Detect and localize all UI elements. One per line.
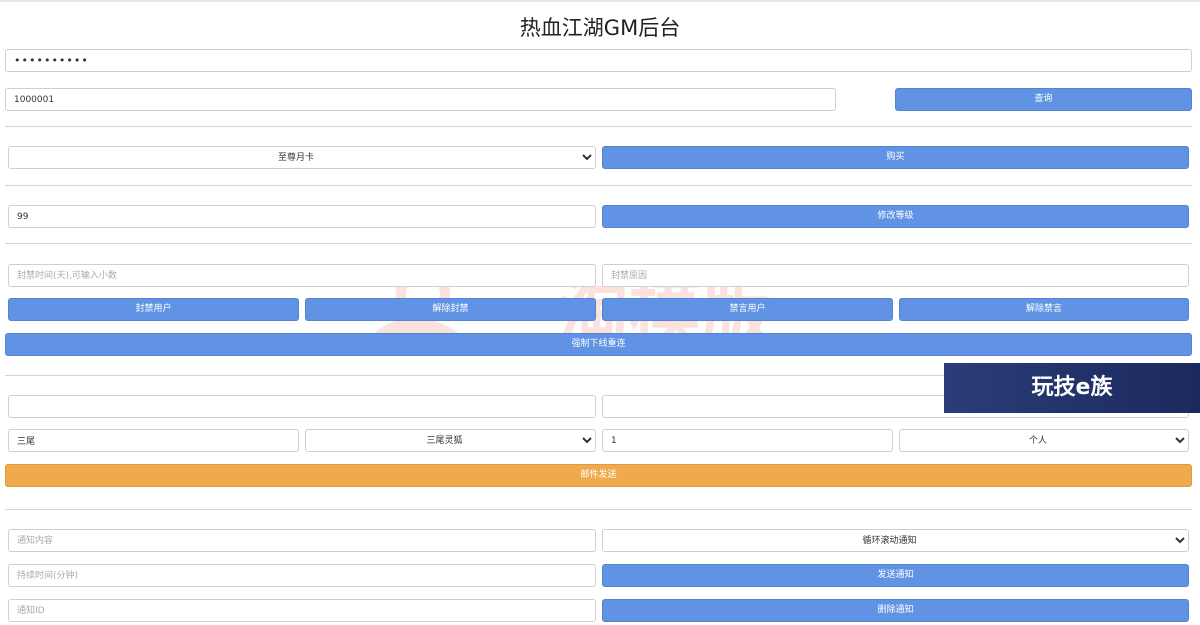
quantity-input[interactable] [602,429,893,452]
ban-user-button[interactable]: 封禁用户 [8,298,299,321]
level-input[interactable] [8,205,596,228]
page-title: 热血江湖GM后台 [519,16,681,40]
buy-button[interactable]: 购买 [602,146,1189,169]
password-field[interactable] [5,49,1192,72]
ban-reason-input[interactable] [602,264,1189,287]
notice-content-input[interactable] [8,529,596,552]
top-border [0,0,1200,2]
notice-id-input[interactable] [8,599,596,622]
send-notice-button[interactable]: 发送通知 [602,564,1189,587]
ban-duration-input[interactable] [8,264,596,287]
send-mail-button[interactable]: 邮件发送 [5,464,1192,487]
divider [5,185,1192,186]
query-button[interactable]: 查询 [895,88,1192,111]
delete-notice-button[interactable]: 删除通知 [602,599,1189,622]
divider [5,243,1192,244]
notice-duration-input[interactable] [8,564,596,587]
mail-field-left[interactable] [8,395,596,418]
modify-level-button[interactable]: 修改等级 [602,205,1189,228]
notice-type-select[interactable]: 循环滚动通知 [602,529,1189,552]
unban-button[interactable]: 解除封禁 [305,298,596,321]
item-select[interactable]: 三尾灵狐 [305,429,596,452]
force-offline-button[interactable]: 强制下线重连 [5,333,1192,356]
account-id-input[interactable] [5,88,836,111]
item-search-input[interactable] [8,429,299,452]
mute-user-button[interactable]: 禁言用户 [602,298,893,321]
brand-badge: 玩技e族 [944,363,1200,413]
divider [5,126,1192,127]
card-type-select[interactable]: 至尊月卡 [8,146,596,169]
divider [5,509,1192,510]
target-select[interactable]: 个人 [899,429,1189,452]
unmute-button[interactable]: 解除禁言 [899,298,1189,321]
